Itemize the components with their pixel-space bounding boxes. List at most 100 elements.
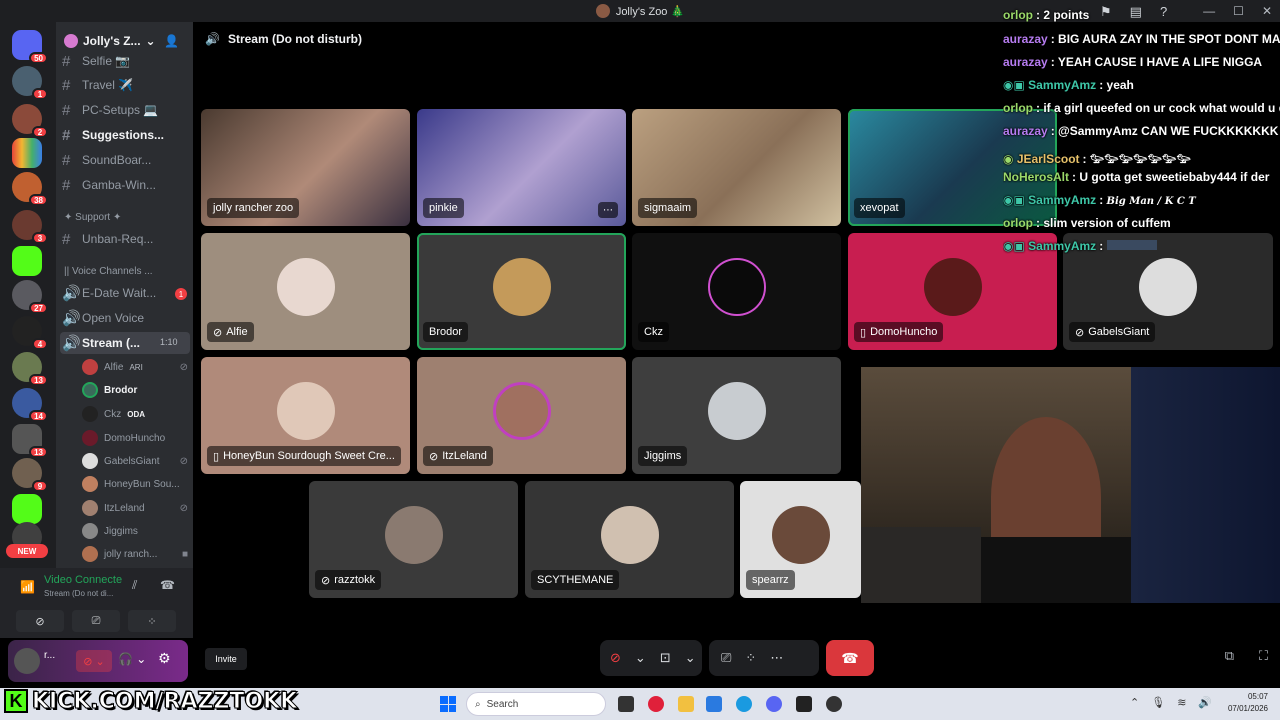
audio-tile[interactable]: spearrz: [740, 481, 861, 598]
channel-item[interactable]: # Travel ✈️: [62, 74, 190, 96]
video-tile[interactable]: jolly rancher zoo: [201, 109, 410, 226]
audio-tile[interactable]: Jiggims: [632, 357, 841, 474]
direct-messages-icon[interactable]: 50: [12, 30, 48, 64]
screen-share-icon[interactable]: ⎚: [721, 650, 731, 666]
voice-channel-name[interactable]: Stream (Do not di...: [44, 589, 113, 598]
channel-item[interactable]: # SoundBoar...: [62, 149, 190, 171]
invite-button[interactable]: Invite: [205, 648, 247, 670]
chevron-down-icon[interactable]: ⌄: [635, 650, 646, 666]
server-icon[interactable]: [12, 138, 42, 168]
store-icon[interactable]: [706, 696, 722, 712]
channel-item[interactable]: # PC-Setups 💻: [62, 99, 190, 121]
notion-icon[interactable]: [796, 696, 812, 712]
noise-suppression-icon[interactable]: ⫽: [132, 578, 137, 593]
voice-member[interactable]: Jiggims: [82, 521, 190, 541]
volume-icon[interactable]: 🔊: [1198, 696, 1212, 709]
server-icon[interactable]: 4: [12, 316, 48, 350]
help-icon[interactable]: ?: [1160, 4, 1167, 20]
server-icon[interactable]: [12, 494, 42, 524]
server-icon[interactable]: 27: [12, 280, 48, 314]
member-name: GabelsGiant: [104, 455, 160, 467]
audio-tile[interactable]: ⊘ ItzLeland: [417, 357, 626, 474]
clock[interactable]: 05:07 07/01/2026: [1220, 691, 1268, 715]
stage-header: 🔊 Stream (Do not disturb): [205, 32, 362, 46]
member-name: Ckz: [104, 408, 122, 420]
server-icon[interactable]: 1: [12, 66, 48, 100]
headphones-icon[interactable]: 🎧 ⌄: [118, 652, 146, 666]
disconnect-icon[interactable]: ☎: [160, 578, 175, 592]
channel-item[interactable]: # Unban-Req...: [62, 228, 190, 250]
mute-button[interactable]: ⊘ ⌄: [76, 650, 112, 672]
muted-icon: ⊘: [1075, 326, 1085, 339]
voice-member[interactable]: Brodor: [82, 380, 190, 400]
audio-tile[interactable]: Ckz: [632, 233, 841, 350]
obs-icon[interactable]: [826, 696, 842, 712]
channel-item[interactable]: # Suggestions...: [62, 124, 190, 146]
voice-member[interactable]: HoneyBun Sou...: [82, 474, 190, 494]
username[interactable]: r...: [44, 650, 55, 661]
flag-icon[interactable]: ⚑: [1100, 4, 1112, 20]
wifi-icon[interactable]: ≋: [1177, 696, 1186, 709]
channel-item[interactable]: # Gamba-Win...: [62, 174, 190, 196]
video-tile[interactable]: pinkie ⋯: [417, 109, 626, 226]
audio-tile[interactable]: ⊘ Alfie: [201, 233, 410, 350]
voice-member[interactable]: Ckz ODA: [82, 404, 190, 424]
activities-button[interactable]: ⁘: [128, 610, 176, 632]
kick-server-icon[interactable]: [12, 246, 42, 276]
audio-tile[interactable]: ▯ HoneyBun Sourdough Sweet Cre...: [201, 357, 410, 474]
inbox-icon[interactable]: ▤: [1130, 4, 1142, 20]
video-tile[interactable]: sigmaaim: [632, 109, 841, 226]
fullscreen-icon[interactable]: ⛶: [1259, 648, 1268, 664]
hash-icon: #: [62, 76, 71, 94]
chevron-down-icon[interactable]: ⌄: [685, 650, 696, 666]
avatar[interactable]: [14, 648, 40, 674]
audio-tile[interactable]: Brodor: [417, 233, 626, 350]
camera-toggle-button[interactable]: ⊘: [16, 610, 64, 632]
category-support[interactable]: ✦ Support ✦: [64, 212, 121, 223]
channel-item[interactable]: # Selfie 📷: [62, 50, 190, 72]
start-icon[interactable]: [440, 696, 456, 712]
notification-badge: 13: [29, 446, 48, 458]
mic-muted-icon[interactable]: ⊘: [610, 650, 621, 666]
server-icon[interactable]: 38: [12, 172, 48, 206]
server-icon[interactable]: 2: [12, 104, 48, 138]
voice-member[interactable]: DomoHuncho: [82, 428, 190, 448]
voice-member[interactable]: GabelsGiant ⊘: [82, 451, 190, 471]
chat-message: orlop: slim version of cuffem: [1003, 216, 1171, 230]
add-member-icon[interactable]: 👤: [164, 34, 179, 48]
avatar: [82, 382, 98, 398]
chevron-up-icon[interactable]: ⌃: [1130, 696, 1139, 709]
camera-off-icon[interactable]: ⊡: [660, 650, 671, 666]
avatar: [707, 257, 766, 316]
mic-icon[interactable]: 🎙: [1151, 696, 1165, 709]
server-icon[interactable]: 13: [12, 352, 48, 386]
voice-member[interactable]: ItzLeland ⊘: [82, 498, 190, 518]
more-options-icon[interactable]: ⋯: [598, 202, 618, 218]
opera-icon[interactable]: [648, 696, 664, 712]
disconnect-button[interactable]: ☎: [826, 640, 874, 676]
screen-share-button[interactable]: ⎚: [72, 610, 120, 632]
server-icon[interactable]: 13: [12, 424, 48, 458]
activities-icon[interactable]: ⁘: [745, 650, 756, 666]
chat-username: aurazay: [1003, 55, 1048, 69]
hash-icon: #: [62, 126, 71, 144]
voice-member[interactable]: jolly ranch... ■: [82, 544, 190, 564]
more-icon[interactable]: ⋯: [770, 650, 783, 666]
server-icon[interactable]: 14: [12, 388, 48, 422]
edge-icon[interactable]: [736, 696, 752, 712]
server-icon[interactable]: 9: [12, 458, 48, 492]
voice-channel-item[interactable]: 🔊 Open Voice: [62, 307, 190, 329]
audio-tile[interactable]: ⊘ razztokk: [309, 481, 518, 598]
task-view-icon[interactable]: [618, 696, 634, 712]
category-voice-channels[interactable]: || Voice Channels ...: [64, 266, 153, 277]
audio-tile[interactable]: SCYTHEMANE: [525, 481, 734, 598]
taskbar-search[interactable]: ⌕ Search: [466, 692, 606, 716]
file-explorer-icon[interactable]: [678, 696, 694, 712]
server-avatar: [595, 4, 610, 18]
gear-icon[interactable]: ⚙: [158, 650, 171, 667]
voice-channel-item[interactable]: 🔊 E-Date Wait...: [62, 282, 190, 304]
voice-member[interactable]: Alfie ARI ⊘: [82, 357, 190, 377]
server-icon[interactable]: 3: [12, 210, 48, 244]
popout-icon[interactable]: ⧉: [1225, 648, 1234, 664]
discord-icon[interactable]: [766, 696, 782, 712]
